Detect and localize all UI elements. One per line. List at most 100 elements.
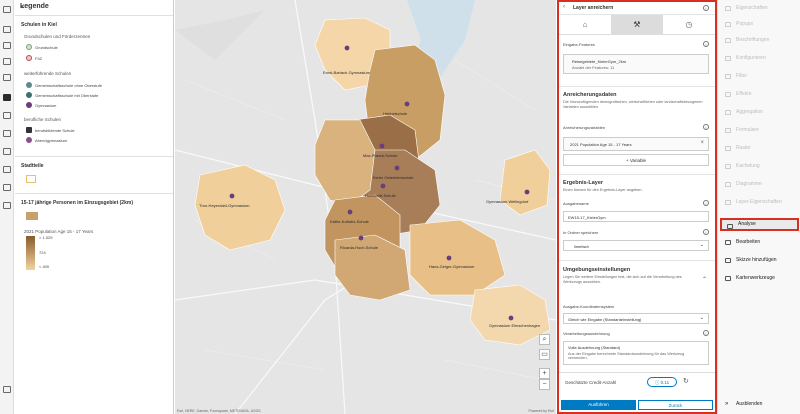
- info-icon[interactable]: i: [703, 41, 709, 47]
- panel-header: ‹ Layer anreichern i: [559, 2, 715, 15]
- info-icon[interactable]: i: [703, 330, 709, 336]
- enrich-section-title: Anreicherungsdaten: [563, 92, 617, 98]
- output-name-label: Ausgabename: [563, 201, 589, 206]
- ramp-tick-high: > 1.029: [39, 235, 53, 240]
- folder-select[interactable]: ilmefach ⌄: [563, 240, 709, 251]
- rail-item-beschriftungen: Beschriftungen: [720, 34, 799, 47]
- divider: [15, 193, 173, 194]
- refresh-icon[interactable]: ↻: [683, 377, 689, 385]
- info-icon[interactable]: i: [703, 124, 709, 130]
- chevron-down-icon: ⌄: [699, 242, 704, 248]
- pop-color-ramp: [26, 236, 35, 270]
- notes-icon[interactable]: [3, 184, 11, 191]
- gem-ohne-symbol-icon: [26, 82, 32, 88]
- rail-item-konfigurieren: Konfigurieren: [720, 52, 799, 65]
- tables-icon[interactable]: [3, 58, 11, 65]
- run-button[interactable]: Ausführen: [561, 400, 636, 410]
- analysis-icon: [727, 224, 733, 229]
- legend-item-grundschule: Grundschule: [26, 44, 58, 50]
- map-label-max-planck: Max-Planck-Schule: [363, 153, 398, 158]
- help-icon[interactable]: [3, 386, 11, 393]
- rail-item-layer-eigenschaften: Layer-Eigenschaften: [720, 196, 799, 209]
- input-features-count: Anzahl der Features: 11: [572, 65, 615, 70]
- tab-tools-icon[interactable]: ⚒: [611, 15, 663, 34]
- map-label-hebbelschule: Hebbelschule: [383, 111, 408, 116]
- settings-rail: Eigenschaften Popups Beschriftungen Konf…: [717, 0, 800, 414]
- legend-item-foez: FöZ: [26, 55, 42, 61]
- rail-item-aggregation: Aggregation: [720, 106, 799, 119]
- basemap-icon[interactable]: [3, 74, 11, 81]
- rail-item-skizze[interactable]: Skizze hinzufügen: [720, 254, 799, 267]
- rail-item-kartenwerkzeuge[interactable]: Kartenwerkzeuge: [720, 272, 799, 285]
- divider: [559, 86, 715, 87]
- panel-tabs: ⌂ ⚒ ◷: [559, 15, 715, 35]
- map-label-wellingdorf: Gymnasium Wellingdorf: [486, 199, 529, 204]
- rail-item-filter: Filter: [720, 70, 799, 83]
- effects-icon: [725, 92, 731, 97]
- rail-item-popups: Popups: [720, 18, 799, 31]
- back-chevron-icon[interactable]: ‹: [563, 4, 565, 10]
- legend-beruf-header: berufliche Schulen: [24, 117, 62, 122]
- charts-icon[interactable]: [3, 112, 11, 119]
- double-chevron-icon: »: [725, 401, 729, 407]
- map-view[interactable]: Ernst-Barlach-Gymnasium Hebbelschule Max…: [175, 0, 556, 414]
- legend-grund-header: Grundschulen und Förderzentren: [24, 34, 91, 39]
- share-icon[interactable]: [3, 166, 11, 173]
- coord-value: Gleich wie Eingabe (Standardeinstellung): [568, 317, 642, 322]
- back-button[interactable]: Zurück: [638, 400, 713, 410]
- map-label-ernst-barlach: Ernst-Barlach-Gymnasium: [323, 70, 370, 75]
- info-icon[interactable]: i: [703, 200, 709, 206]
- bookmarks-icon[interactable]: [3, 130, 11, 137]
- input-features-value: Reisegebiete_KielerGym_2km: [572, 59, 627, 64]
- print-icon[interactable]: [3, 148, 11, 155]
- home-icon[interactable]: [3, 6, 11, 13]
- gem-mit-symbol-icon: [26, 92, 32, 98]
- tab-history-icon[interactable]: ◷: [663, 15, 715, 34]
- layers-icon[interactable]: [3, 42, 11, 49]
- zoom-in-button[interactable]: +: [539, 368, 550, 379]
- result-section-title: Ergebnis-Layer: [563, 180, 604, 186]
- input-features-field[interactable]: Reisegebiete_KielerGym_2km Anzahl der Fe…: [563, 54, 709, 74]
- credits-badge[interactable]: ⓘ 0.11: [647, 377, 677, 387]
- collapse-rail-button[interactable]: » Ausblenden: [720, 398, 799, 411]
- zoom-out-button[interactable]: −: [539, 379, 550, 390]
- map-label-humboldt: Humboldt-Schule: [365, 193, 396, 198]
- sketch-icon: [725, 258, 731, 263]
- ramp-tick-low: < 400: [39, 264, 50, 269]
- pop-symbol-icon: [26, 212, 38, 220]
- chevron-up-icon[interactable]: ⌃: [702, 276, 707, 283]
- info-icon[interactable]: i: [703, 229, 709, 235]
- output-name-input[interactable]: EW15-17_KielerGym: [563, 211, 709, 222]
- rail-item-bearbeiten[interactable]: Bearbeiten: [720, 236, 799, 249]
- map-label-thor-heyerdahl: Thor-Heyerdahl-Gymnasium: [199, 203, 250, 208]
- variable-value: 2021 Population Age 15 - 17 Years: [570, 142, 632, 147]
- tab-home-icon[interactable]: ⌂: [559, 15, 611, 34]
- close-icon[interactable]: ×: [20, 2, 167, 11]
- screen-icon[interactable]: ▭: [539, 349, 550, 360]
- output-name-value: EW15-17_KielerGym: [568, 215, 606, 220]
- forms-icon: [725, 128, 731, 133]
- map-attribution: Esri, HERE, Garmin, Foursquare, METI/NAS…: [177, 409, 261, 413]
- variable-field[interactable]: 2021 Population Age 15 - 17 Years ×: [563, 137, 709, 151]
- coord-select[interactable]: Gleich wie Eingabe (Standardeinstellung)…: [563, 313, 709, 324]
- info-icon[interactable]: i: [703, 5, 709, 11]
- legend-icon[interactable]: [3, 94, 11, 101]
- add-icon[interactable]: [3, 26, 11, 33]
- search-icon[interactable]: ⌕: [539, 334, 550, 345]
- layer-props-icon: [725, 200, 731, 205]
- rail-item-raster: Raster: [720, 142, 799, 155]
- ramp-tick-mid: 724: [39, 250, 46, 255]
- legend-section-stadtteile: Stadtteile: [21, 163, 44, 169]
- folder-value: ilmefach: [574, 244, 589, 249]
- remove-icon[interactable]: ×: [700, 140, 704, 146]
- abendgym-symbol-icon: [26, 137, 32, 143]
- extent-field[interactable]: Volle Ausdehnung (Standard) Aus der Eing…: [563, 341, 709, 365]
- add-variable-button[interactable]: + Variable: [563, 154, 709, 166]
- berufsschule-symbol-icon: [26, 127, 32, 133]
- panel-title: Layer anreichern: [573, 5, 614, 11]
- info-icon[interactable]: [3, 202, 11, 209]
- rail-item-analyse[interactable]: Analyse: [720, 218, 799, 231]
- map-label-elmschenhagen: Gymnasium Elmschenhagen: [489, 323, 541, 328]
- stadtteile-symbol-icon: [26, 175, 36, 183]
- rail-item-diagramme: Diagramme: [720, 178, 799, 191]
